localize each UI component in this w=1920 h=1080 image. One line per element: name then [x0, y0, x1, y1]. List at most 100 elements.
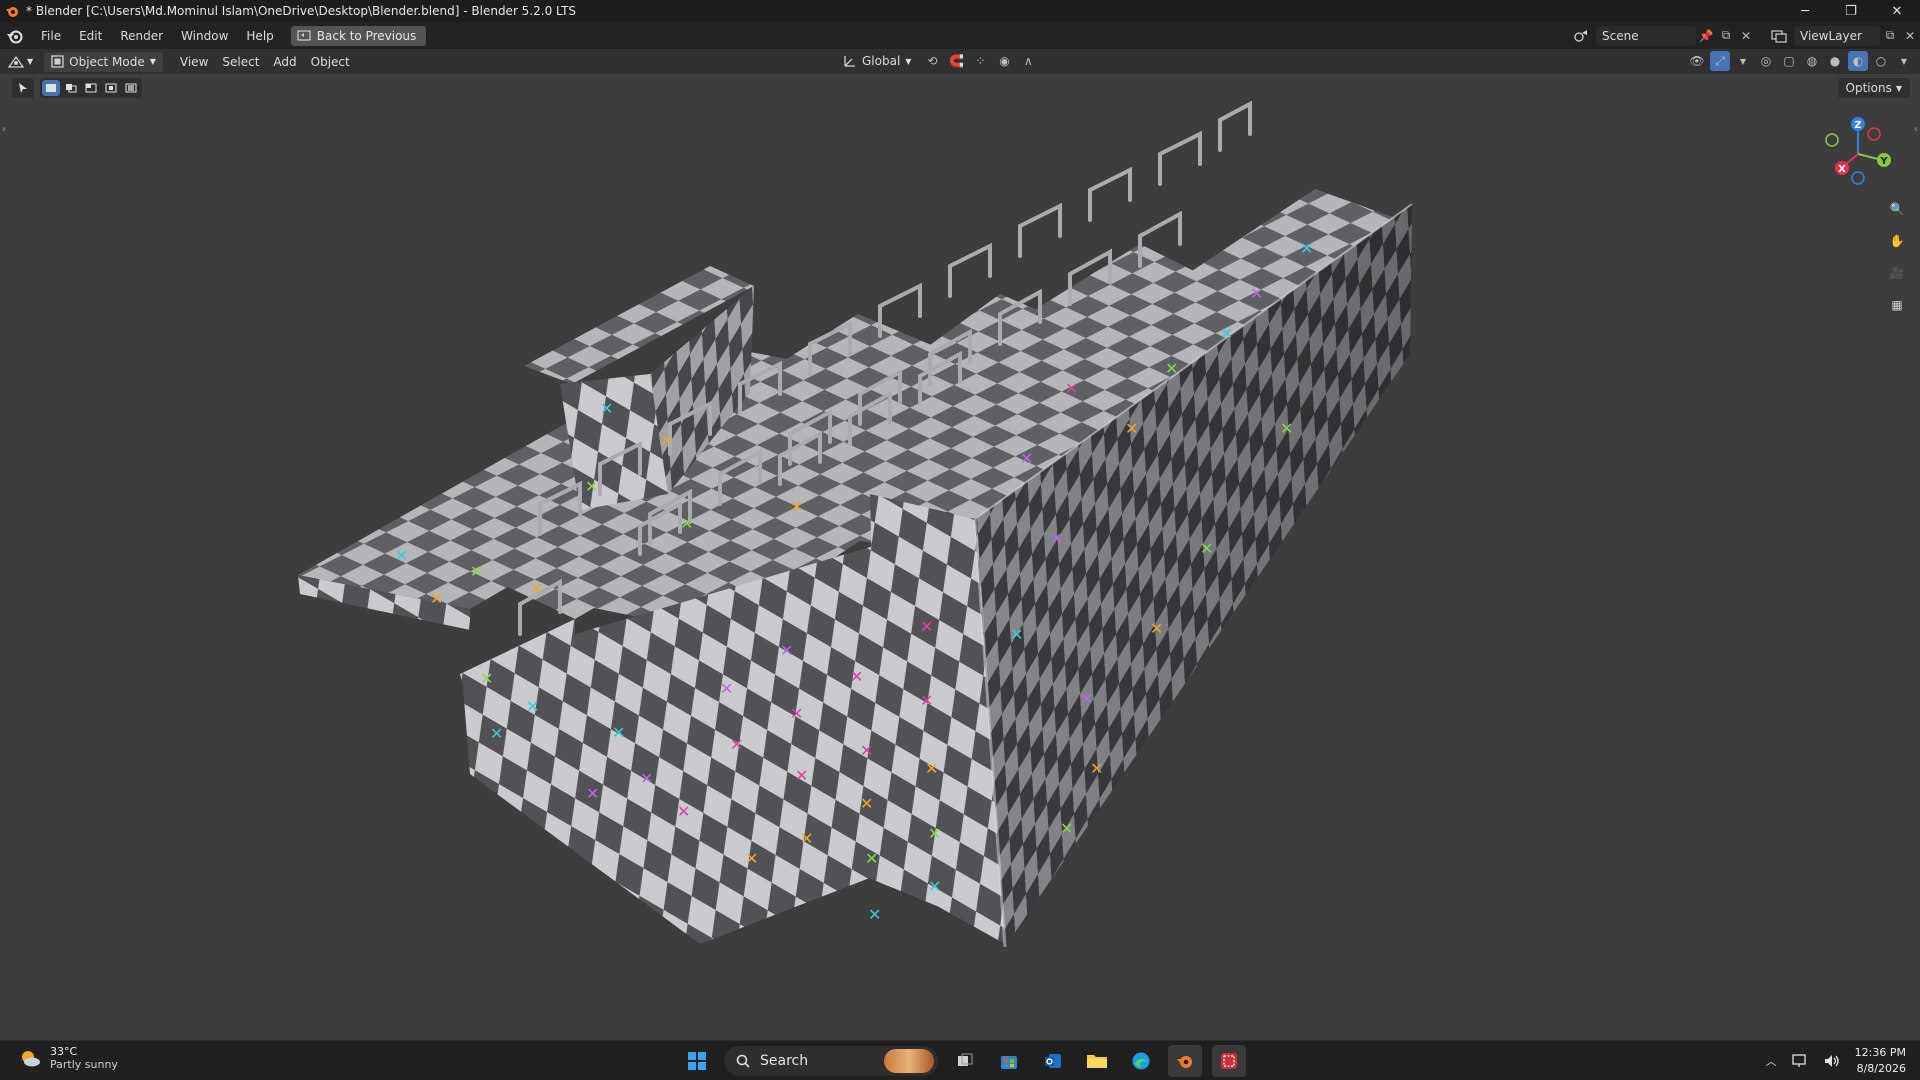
partly-sunny-icon — [22, 1051, 40, 1067]
wireframe-shading-icon[interactable]: ◍ — [1802, 51, 1822, 71]
blender-taskbar-icon[interactable] — [1168, 1045, 1202, 1077]
blender-logo-icon[interactable] — [6, 27, 24, 45]
svg-text:✕: ✕ — [1280, 419, 1293, 438]
transform-orientation-dropdown[interactable]: Global ▼ — [836, 51, 918, 71]
object-mode-dropdown[interactable]: Object Mode ▼ — [44, 51, 163, 72]
network-icon[interactable] — [1791, 1053, 1809, 1069]
new-scene-icon[interactable]: ⧉ — [1716, 26, 1736, 46]
snipping-tool-icon[interactable] — [1212, 1045, 1246, 1077]
weather-widget[interactable]: 33°C Partly sunny — [18, 1045, 118, 1071]
svg-text:✕: ✕ — [660, 431, 673, 450]
scene-field[interactable]: Scene — [1596, 25, 1696, 46]
transform-tools: Global ▼ ⟲ 🧲 ⁘ ◉ ∧ — [836, 51, 1038, 71]
svg-text:✕: ✕ — [860, 741, 873, 760]
gizmo-z-label: Z — [1854, 120, 1861, 131]
snap-toggle-icon[interactable]: 🧲 — [946, 51, 966, 71]
zoom-icon[interactable]: 🔍 — [1884, 196, 1910, 222]
menu-edit[interactable]: Edit — [70, 25, 111, 47]
file-explorer-icon[interactable] — [1080, 1045, 1114, 1077]
chevron-down-icon[interactable]: ▼ — [1894, 51, 1914, 71]
gizmo-neg-y[interactable] — [1825, 133, 1839, 147]
svg-text:✕: ✕ — [928, 824, 941, 843]
xray-toggle-icon[interactable]: ▢ — [1779, 51, 1799, 71]
svg-text:✕: ✕ — [585, 477, 598, 496]
windows-start-icon[interactable] — [680, 1045, 714, 1077]
svg-text:✕: ✕ — [1050, 529, 1063, 548]
taskbar-search[interactable]: Search — [724, 1046, 938, 1076]
falloff-curve-icon[interactable]: ∧ — [1018, 51, 1038, 71]
svg-text:✕: ✕ — [1090, 759, 1103, 778]
view-layer-field[interactable]: ViewLayer — [1794, 25, 1880, 46]
perspective-toggle-icon[interactable]: ▦ — [1884, 292, 1910, 318]
minimize-button[interactable]: ─ — [1782, 0, 1828, 22]
scene-name: Scene — [1602, 28, 1639, 43]
proportional-editing-icon[interactable]: ◉ — [994, 51, 1014, 71]
close-button[interactable]: ✕ — [1874, 0, 1920, 22]
options-dropdown[interactable]: Options ▼ — [1837, 78, 1910, 98]
svg-text:✕: ✕ — [526, 697, 539, 716]
menu-help[interactable]: Help — [237, 25, 282, 47]
svg-text:✕: ✕ — [1060, 819, 1073, 838]
svg-text:✕: ✕ — [395, 546, 408, 565]
select-extend-icon[interactable] — [62, 80, 80, 96]
weather-condition: Partly sunny — [50, 1058, 118, 1071]
camera-view-icon[interactable]: 🎥 — [1884, 260, 1910, 286]
gizmo-toggle-icon[interactable]: ⤢ — [1710, 51, 1730, 71]
chevron-down-icon: ▼ — [149, 57, 156, 66]
gizmo-neg-z[interactable] — [1851, 171, 1865, 185]
sidebar-expand-arrow-icon[interactable]: ‹ — [1914, 124, 1918, 135]
menu-window[interactable]: Window — [172, 25, 237, 47]
chevron-down-icon[interactable]: ▼ — [1733, 51, 1753, 71]
maximize-button[interactable]: ❐ — [1828, 0, 1874, 22]
window-controls: ─ ❐ ✕ — [1782, 0, 1920, 22]
menu-render[interactable]: Render — [111, 25, 172, 47]
select-invert-icon[interactable] — [102, 80, 120, 96]
system-clock[interactable]: 12:36 PM 8/8/2026 — [1855, 1045, 1906, 1077]
checker-textured-model[interactable] — [298, 189, 1413, 949]
menu-select[interactable]: Select — [215, 52, 266, 72]
gizmo-neg-x[interactable] — [1867, 127, 1881, 141]
menu-add[interactable]: Add — [266, 52, 303, 72]
navigation-gizmo[interactable]: Z Y X — [1818, 112, 1898, 192]
back-to-previous-button[interactable]: Back to Previous — [290, 25, 427, 46]
rendered-shading-icon[interactable]: ○ — [1871, 51, 1891, 71]
3d-scene-render[interactable]: ✕ ✕ ✕ ✕ ✕ ✕ ✕ ✕ ✕ ✕ ✕ ✕ ✕ ✕ ✕ ✕ ✕ ✕ ✕ ✕ … — [0, 74, 1920, 1040]
svg-text:✕: ✕ — [490, 724, 503, 743]
scene-browse-icon[interactable] — [1566, 26, 1596, 46]
snap-target-icon[interactable]: ⁘ — [970, 51, 990, 71]
delete-scene-icon[interactable]: ✕ — [1736, 26, 1756, 46]
selection-tools — [12, 78, 142, 98]
material-preview-shading-icon[interactable]: ◐ — [1848, 51, 1868, 71]
delete-view-layer-icon[interactable]: ✕ — [1900, 26, 1920, 46]
menu-object[interactable]: Object — [304, 52, 357, 72]
edge-browser-icon[interactable] — [1124, 1045, 1158, 1077]
volume-icon[interactable] — [1823, 1053, 1841, 1069]
editor-type-dropdown[interactable]: ▼ — [0, 52, 40, 72]
svg-text:✕: ✕ — [470, 562, 483, 581]
pin-icon[interactable]: 📌 — [1696, 26, 1716, 46]
pan-hand-icon[interactable]: ✋ — [1884, 228, 1910, 254]
svg-text:✕: ✕ — [1065, 379, 1078, 398]
new-view-layer-icon[interactable]: ⧉ — [1880, 26, 1900, 46]
selection-mode-group — [40, 78, 142, 98]
task-view-icon[interactable] — [948, 1045, 982, 1077]
svg-text:✕: ✕ — [780, 641, 793, 660]
select-intersect-icon[interactable] — [122, 80, 140, 96]
select-cursor-icon[interactable] — [12, 78, 34, 98]
solid-shading-icon[interactable]: ● — [1825, 51, 1845, 71]
menu-file[interactable]: File — [32, 25, 70, 47]
toolbar-expand-arrow-icon[interactable]: › — [2, 124, 6, 135]
outlook-icon[interactable] — [1036, 1045, 1070, 1077]
visibility-eye-icon[interactable]: 👁 — [1687, 51, 1707, 71]
select-subtract-icon[interactable] — [82, 80, 100, 96]
microsoft-store-icon[interactable] — [992, 1045, 1026, 1077]
svg-text:✕: ✕ — [720, 679, 733, 698]
view-layer-browse-icon[interactable] — [1764, 26, 1794, 46]
menu-view[interactable]: View — [173, 52, 215, 72]
pivot-point-icon[interactable]: ⟲ — [922, 51, 942, 71]
clock-date: 8/8/2026 — [1856, 1062, 1906, 1075]
overlays-icon[interactable]: ◎ — [1756, 51, 1776, 71]
svg-text:✕: ✕ — [1010, 625, 1023, 644]
select-new-icon[interactable] — [42, 80, 60, 96]
show-hidden-icons-chevron-icon[interactable]: ︿ — [1766, 1053, 1777, 1069]
